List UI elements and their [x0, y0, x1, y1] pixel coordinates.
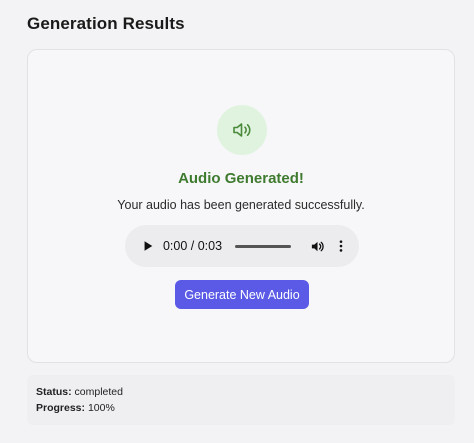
volume-button[interactable]: [309, 238, 325, 254]
volume-icon: [311, 241, 324, 251]
play-button[interactable]: [141, 239, 155, 253]
page-title: Generation Results: [27, 14, 185, 33]
result-heading: Audio Generated!: [178, 170, 304, 187]
status-label: Status:: [36, 386, 72, 398]
play-icon: [144, 241, 153, 251]
more-options-button[interactable]: [337, 238, 345, 254]
playback-progress-slider[interactable]: [235, 244, 292, 248]
progress-value: 100%: [87, 402, 115, 414]
time-display: 0:00 / 0:03: [162, 239, 223, 253]
speaker-icon: [217, 105, 267, 155]
progress-label: Progress:: [36, 402, 86, 414]
generate-new-audio-button[interactable]: Generate New Audio: [175, 280, 309, 309]
status-line: Status: completed: [36, 386, 123, 398]
status-value: completed: [74, 386, 123, 398]
progress-line: Progress: 100%: [36, 402, 115, 414]
result-card: Audio Generated! Your audio has been gen…: [27, 49, 455, 363]
more-options-icon: [339, 240, 343, 252]
result-message: Your audio has been generated successful…: [117, 198, 365, 212]
audio-player: 0:00 / 0:03: [125, 225, 359, 267]
status-panel: Status: completed Progress: 100%: [27, 375, 455, 425]
